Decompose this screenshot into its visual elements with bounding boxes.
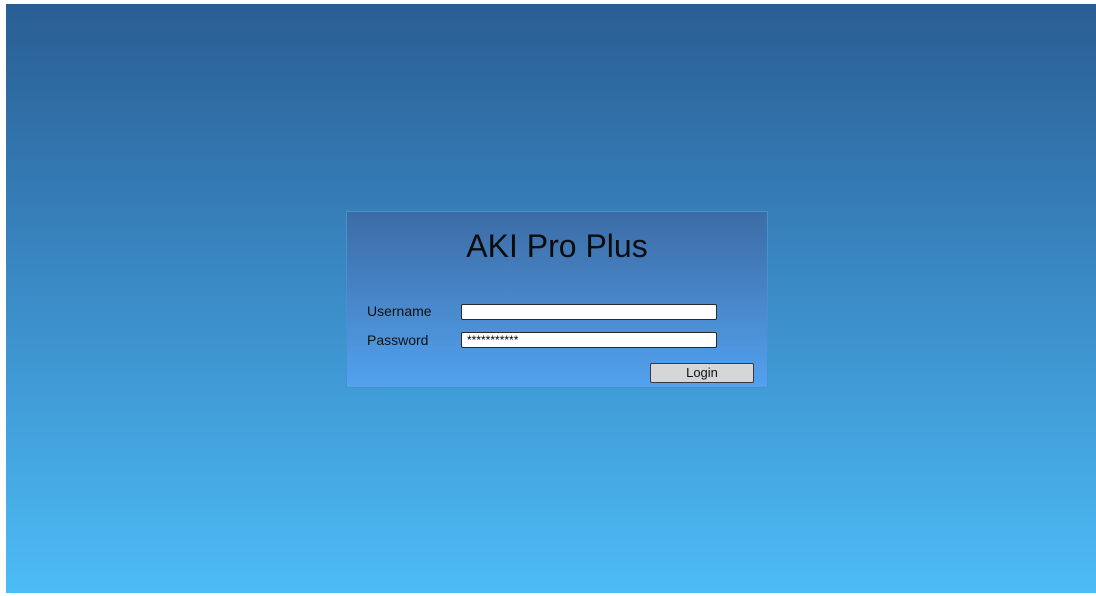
username-input[interactable] [461,304,717,320]
password-label: Password [367,332,429,348]
login-screen-background: AKI Pro Plus Username Password Login [6,4,1096,593]
username-label: Username [367,303,432,319]
app-title: AKI Pro Plus [466,228,648,264]
login-button[interactable]: Login [650,363,754,383]
login-panel: AKI Pro Plus Username Password Login [346,211,768,388]
password-input[interactable] [461,332,717,348]
